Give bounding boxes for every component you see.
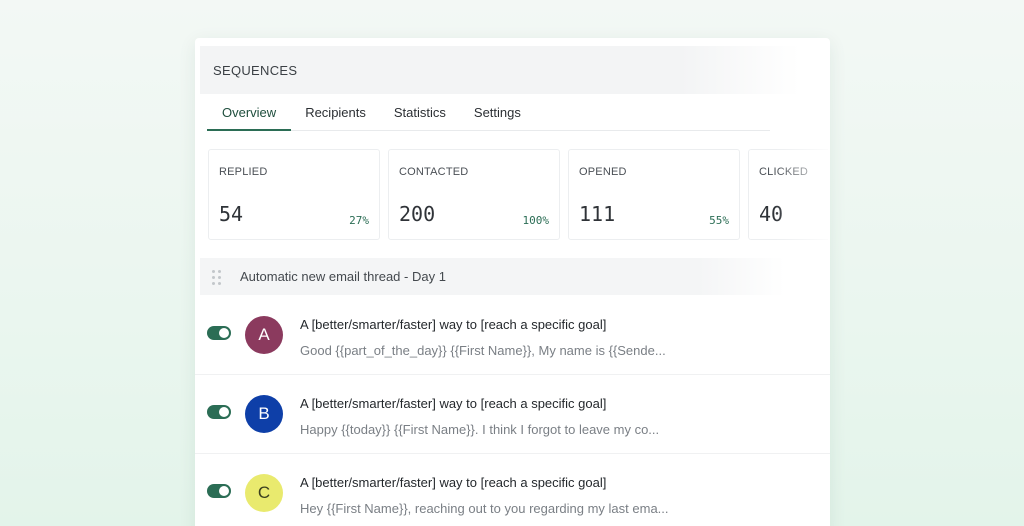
sequence-step-header: Automatic new email thread - Day 1: [200, 258, 785, 295]
stat-card-clicked: CLICKED 40: [748, 149, 828, 240]
avatar: B: [245, 395, 283, 433]
stat-label: CLICKED: [759, 166, 809, 178]
tab-recipients[interactable]: Recipients: [291, 94, 380, 130]
stat-label: OPENED: [579, 166, 627, 178]
stat-label: REPLIED: [219, 166, 268, 178]
stat-card-replied: REPLIED 54 27%: [208, 149, 380, 240]
stat-value: 40: [759, 202, 784, 226]
avatar: C: [245, 474, 283, 512]
email-subject: A [better/smarter/faster] way to [reach …: [300, 317, 607, 332]
email-toggle[interactable]: [207, 484, 231, 498]
tab-bar: Overview Recipients Statistics Settings: [207, 94, 770, 131]
step-title: Automatic new email thread - Day 1: [240, 269, 446, 284]
panel-header: SEQUENCES: [200, 46, 800, 94]
stat-card-opened: OPENED 111 55%: [568, 149, 740, 240]
email-item[interactable]: B A [better/smarter/faster] way to [reac…: [195, 375, 830, 454]
email-preview: Hey {{First Name}}, reaching out to you …: [300, 501, 669, 516]
tab-settings[interactable]: Settings: [460, 94, 535, 130]
stats-row: REPLIED 54 27% CONTACTED 200 100% OPENED…: [208, 149, 828, 242]
email-item[interactable]: A A [better/smarter/faster] way to [reac…: [195, 296, 830, 375]
stat-value: 54: [219, 202, 244, 226]
toggle-knob: [219, 486, 229, 496]
email-subject: A [better/smarter/faster] way to [reach …: [300, 475, 607, 490]
email-list: A A [better/smarter/faster] way to [reac…: [195, 296, 830, 526]
stat-card-contacted: CONTACTED 200 100%: [388, 149, 560, 240]
email-preview: Good {{part_of_the_day}} {{First Name}},…: [300, 343, 666, 358]
avatar: A: [245, 316, 283, 354]
toggle-knob: [219, 407, 229, 417]
drag-handle-icon[interactable]: [211, 269, 223, 285]
stat-percent: 100%: [522, 214, 550, 227]
email-toggle[interactable]: [207, 405, 231, 419]
page-title: SEQUENCES: [213, 62, 298, 78]
email-subject: A [better/smarter/faster] way to [reach …: [300, 396, 607, 411]
stat-label: CONTACTED: [399, 166, 469, 178]
email-preview: Happy {{today}} {{First Name}}. I think …: [300, 422, 660, 437]
sequences-panel: SEQUENCES Overview Recipients Statistics…: [195, 38, 830, 526]
email-toggle[interactable]: [207, 326, 231, 340]
stat-percent: 55%: [709, 214, 729, 227]
tab-statistics[interactable]: Statistics: [380, 94, 460, 130]
tab-overview[interactable]: Overview: [207, 94, 292, 131]
toggle-knob: [219, 328, 229, 338]
stat-value: 111: [579, 202, 616, 226]
stat-value: 200: [399, 202, 436, 226]
email-item[interactable]: C A [better/smarter/faster] way to [reac…: [195, 454, 830, 526]
stat-percent: 27%: [349, 214, 369, 227]
